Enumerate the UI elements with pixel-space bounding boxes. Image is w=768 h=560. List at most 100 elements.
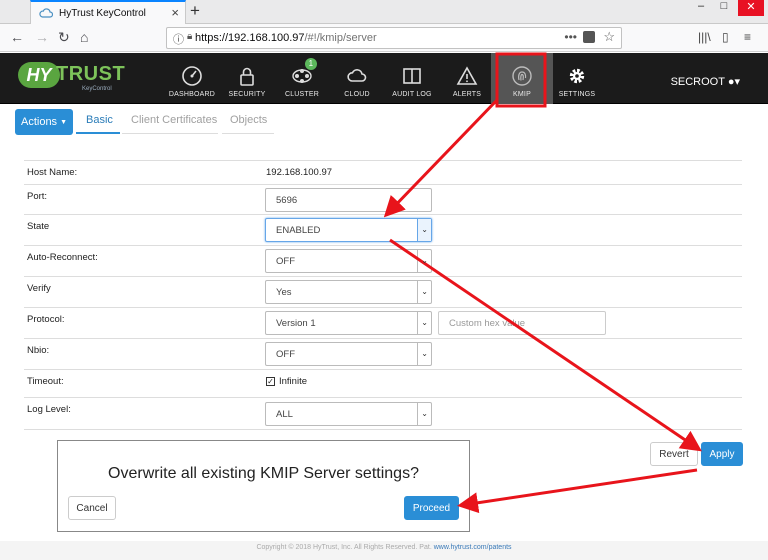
row-nbio: Nbio: OFF ⌄	[24, 339, 742, 370]
user-menu[interactable]: SECROOT ●▾	[671, 75, 740, 88]
tab-divider	[222, 133, 274, 134]
chevron-down-icon: ⌄	[421, 256, 428, 265]
cloud-icon	[39, 8, 53, 18]
back-icon[interactable]: ←	[10, 29, 24, 45]
row-state: State ENABLED ⌄	[24, 215, 742, 246]
username: SECROOT	[670, 76, 725, 88]
minimize-icon[interactable]: –	[690, 0, 712, 16]
user-icon: ●▾	[727, 76, 740, 88]
row-log-level: Log Level: ALL ⌄	[24, 398, 742, 430]
browser-tabstrip: HyTrust KeyControl × + – □ ✕	[0, 0, 768, 24]
home-icon[interactable]: ⌂	[80, 29, 88, 45]
tab-client-certificates[interactable]: Client Certificates	[131, 114, 217, 126]
port-label: Port:	[27, 191, 48, 202]
maximize-icon[interactable]: □	[713, 0, 735, 16]
state-select[interactable]: ENABLED ⌄	[265, 218, 432, 242]
host-name-label: Host Name:	[27, 167, 78, 178]
port-input[interactable]: 5696	[265, 188, 432, 212]
timeout-infinite-checkbox[interactable]: ✓ Infinite	[266, 376, 307, 387]
confirm-dialog: Overwrite all existing KMIP Server setti…	[57, 440, 470, 532]
pocket-icon[interactable]	[583, 31, 595, 43]
active-tab-indicator	[76, 132, 120, 134]
nav-dashboard[interactable]: DASHBOARD	[161, 53, 223, 104]
log-level-select[interactable]: ALL ⌄	[265, 402, 432, 426]
chevron-down-icon: ⌄	[421, 287, 428, 296]
checkmark-icon[interactable]: ✓	[266, 377, 275, 386]
footer-copyright: Copyright © 2018 HyTrust, Inc. All Right…	[256, 544, 432, 551]
new-tab-button[interactable]: +	[190, 1, 200, 21]
chevron-down-icon: ⌄	[421, 225, 428, 234]
nbio-select[interactable]: OFF ⌄	[265, 342, 432, 366]
kmip-server-form: Host Name: 192.168.100.97 Port: 5696 Sta…	[24, 160, 742, 430]
protocol-label: Protocol:	[27, 314, 65, 325]
url-bar[interactable]: ⓘ 🔒︎ https://192.168.100.97/#!/kmip/serv…	[166, 27, 622, 49]
browser-toolbar: ← → ↻ ⌂ ⓘ 🔒︎ https://192.168.100.97/#!/k…	[0, 24, 768, 52]
nav-kmip[interactable]: KMIP	[491, 53, 553, 104]
nav-cloud[interactable]: CLOUD	[326, 53, 388, 104]
cancel-button[interactable]: Cancel	[68, 496, 116, 520]
info-icon[interactable]: ⓘ	[173, 31, 184, 47]
actions-button[interactable]: Actions ▼	[15, 109, 73, 135]
tab-objects[interactable]: Objects	[230, 114, 267, 126]
fingerprint-icon	[512, 66, 532, 86]
menu-icon[interactable]: ≡	[744, 30, 751, 44]
lock-icon	[240, 67, 254, 86]
lock-icon: 🔒︎	[187, 31, 193, 42]
row-host-name: Host Name: 192.168.100.97	[24, 161, 742, 185]
cloud-icon	[347, 69, 367, 82]
nbio-label: Nbio:	[27, 345, 50, 356]
nav-alerts[interactable]: ALERTS	[436, 53, 498, 104]
row-port: Port: 5696	[24, 185, 742, 215]
gear-icon	[569, 68, 585, 84]
row-protocol: Protocol: Version 1 ⌄ Custom hex value	[24, 308, 742, 339]
row-verify: Verify Yes ⌄	[24, 277, 742, 308]
log-level-label: Log Level:	[27, 404, 71, 415]
page-actions-icon[interactable]: •••	[564, 30, 577, 44]
bookmark-star-icon[interactable]: ☆	[603, 29, 615, 45]
timeout-label: Timeout:	[27, 376, 64, 387]
book-icon	[403, 68, 421, 84]
nav-cluster[interactable]: CLUSTER 1	[271, 53, 333, 104]
footer: Copyright © 2018 HyTrust, Inc. All Right…	[0, 541, 768, 560]
library-icon[interactable]: |||\	[698, 30, 711, 44]
auto-reconnect-select[interactable]: OFF ⌄	[265, 249, 432, 273]
close-window-icon[interactable]: ✕	[738, 0, 764, 16]
verify-select[interactable]: Yes ⌄	[265, 280, 432, 304]
warning-icon	[456, 66, 478, 85]
row-timeout: Timeout: ✓ Infinite	[24, 370, 742, 398]
url-host: https://192.168.100.97	[195, 32, 305, 44]
row-auto-reconnect: Auto-Reconnect: OFF ⌄	[24, 246, 742, 277]
forward-icon[interactable]: →	[35, 29, 49, 45]
host-name-value: 192.168.100.97	[266, 167, 333, 178]
auto-reconnect-label: Auto-Reconnect:	[27, 252, 98, 263]
chevron-down-icon: ⌄	[421, 349, 428, 358]
tab-divider	[122, 133, 218, 134]
sidebar-icon[interactable]: ▯	[722, 30, 729, 44]
close-tab-icon[interactable]: ×	[171, 5, 179, 20]
speedometer-icon	[182, 66, 202, 86]
chevron-down-icon: ⌄	[421, 409, 428, 418]
browser-tab[interactable]: HyTrust KeyControl ×	[30, 0, 186, 24]
protocol-select[interactable]: Version 1 ⌄	[265, 311, 432, 335]
chevron-down-icon: ⌄	[421, 318, 428, 327]
proceed-button[interactable]: Proceed	[404, 496, 459, 520]
hytrust-logo[interactable]: HY TRUST KeyControl	[18, 62, 125, 94]
nav-security[interactable]: SECURITY	[216, 53, 278, 104]
footer-patents-link[interactable]: www.hytrust.com/patents	[434, 544, 512, 551]
dialog-message: Overwrite all existing KMIP Server setti…	[108, 465, 419, 482]
app-header: HY TRUST KeyControl DASHBOARD SECURITY C…	[0, 53, 768, 104]
custom-hex-input[interactable]: Custom hex value	[438, 311, 606, 335]
url-path: /#!/kmip/server	[304, 32, 377, 44]
verify-label: Verify	[27, 283, 51, 294]
sub-navigation: Actions ▼ Basic Client Certificates Obje…	[0, 105, 768, 141]
nav-audit-log[interactable]: AUDIT LOG	[381, 53, 443, 104]
caret-down-icon: ▼	[60, 118, 67, 126]
cluster-badge: 1	[305, 58, 317, 70]
tab-title: HyTrust KeyControl	[59, 7, 146, 19]
revert-button[interactable]: Revert	[650, 442, 698, 466]
apply-button[interactable]: Apply	[701, 442, 743, 466]
reload-icon[interactable]: ↻	[58, 29, 70, 46]
tab-basic[interactable]: Basic	[86, 114, 113, 126]
nav-settings[interactable]: SETTINGS	[546, 53, 608, 104]
state-label: State	[27, 221, 50, 232]
